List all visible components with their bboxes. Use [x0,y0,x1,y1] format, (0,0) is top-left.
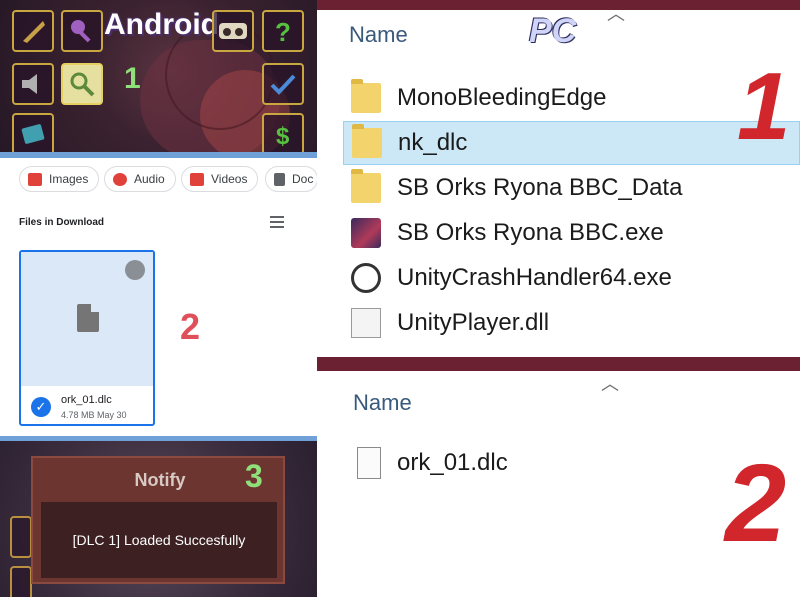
checkmark-icon [270,74,296,95]
filter-chips: Images Audio Videos Doc [0,164,319,194]
question-mark-icon: ? [275,17,291,45]
composite-screenshot: Android ? 1 $ Images Audio Videos Doc Fi… [0,0,800,597]
step-number-2-pc: 2 [725,442,787,565]
file-row-label: SB Orks Ryona BBC.exe [397,219,664,246]
file-row[interactable]: MonoBleedingEdge [343,76,800,120]
vr-headset-icon [219,23,247,39]
file-row[interactable]: ork_01.dlc [349,441,649,485]
divider-bar [0,436,317,441]
file-row-label: MonoBleedingEdge [397,84,607,111]
dll-icon [351,308,381,338]
section-divider [317,357,800,371]
document-icon [77,304,99,332]
folder-icon [351,79,381,113]
speaker-icon [22,74,37,94]
chip-label: Images [49,172,89,186]
chip-label: Doc [292,172,314,186]
chip-label: Audio [134,172,165,186]
file-icon [357,447,381,479]
game-vr-button[interactable] [212,10,254,52]
game-key-button[interactable] [61,10,103,52]
file-row[interactable]: UnityCrashHandler64.exe [343,256,800,300]
chip-label: Videos [211,172,248,186]
svg-text:?: ? [275,17,291,45]
game-sound-button[interactable] [12,63,54,105]
sword-icon [23,21,45,43]
android-file-picker: Images Audio Videos Doc Files in Downloa… [0,158,319,436]
headphones-icon [113,172,127,186]
file-card-selected[interactable]: ✓ ork_01.dlc 4.78 MB May 30 [19,250,155,426]
step-number-1-android: 1 [124,62,141,95]
chip-audio[interactable]: Audio [104,166,176,192]
column-header-name[interactable]: Name [349,22,408,48]
chip-images[interactable]: Images [19,166,100,192]
film-icon [190,172,204,186]
file-row-label: ork_01.dlc [397,449,508,476]
document-icon [274,172,285,186]
section-label: Files in Download [19,217,105,228]
dollar-icon: $ [276,123,290,148]
file-meta: 4.78 MB May 30 [61,410,127,420]
chip-videos[interactable]: Videos [181,166,259,192]
android-section: Android ? 1 $ Images Audio Videos Doc Fi… [0,0,319,597]
file-row[interactable]: SB Orks Ryona BBC.exe [343,211,800,255]
game-shop-button[interactable]: $ [262,113,304,155]
image-icon [28,172,42,186]
step-number-1-pc: 1 [737,53,791,160]
file-row-label: UnityCrashHandler64.exe [397,264,672,291]
sort-caret-icon[interactable]: ︿ [601,370,619,396]
game-exe-icon [351,218,381,248]
side-button-left[interactable] [10,516,32,558]
file-row-label: UnityPlayer.dll [397,309,550,336]
column-header-name[interactable]: Name [353,390,412,416]
unity-icon [351,263,381,293]
pc-title: PC [529,12,577,50]
file-row-label: nk_dlc [398,129,468,156]
magnifier-icon [70,72,95,97]
file-row-selected[interactable]: nk_dlc [343,121,800,165]
key-icon [71,20,91,43]
game-sword-button[interactable] [12,10,54,52]
file-row[interactable]: SB Orks Ryona BBC_Data [343,166,800,210]
sort-caret-icon[interactable]: ︿ [607,0,625,26]
chip-documents[interactable]: Doc [265,166,319,192]
side-button-left-lower[interactable] [10,566,32,597]
checkmark-icon[interactable]: ✓ [31,397,51,417]
svg-text:$: $ [276,123,290,148]
game-help-button[interactable]: ? [262,10,304,52]
top-border [317,0,800,10]
card-icon [21,124,45,144]
step-number-3-android: 3 [245,458,263,494]
file-name: ork_01.dlc [61,394,112,406]
file-row[interactable]: UnityPlayer.dll [343,301,800,345]
list-view-icon[interactable] [270,216,284,228]
game-notify-screen: Notify [DLC 1] Loaded Succesfully 3 [0,436,317,597]
step-number-2-android: 2 [180,306,201,347]
game-card-button[interactable] [12,113,54,155]
folder-icon [352,124,382,158]
pc-section: ︿ Name PC MonoBleedingEdge nk_dlc SB Ork… [317,0,800,597]
folder-icon [351,169,381,203]
notify-message: [DLC 1] Loaded Succesfully [41,502,277,578]
expand-icon[interactable] [125,260,145,280]
game-menu-screen: Android ? 1 $ [0,0,317,158]
android-title: Android [104,8,219,41]
game-confirm-button[interactable] [262,63,304,105]
game-search-button[interactable] [61,63,103,105]
file-row-label: SB Orks Ryona BBC_Data [397,174,683,201]
